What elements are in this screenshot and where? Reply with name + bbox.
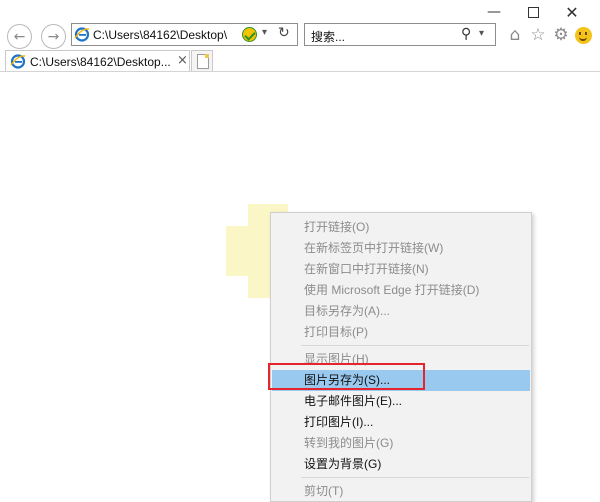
menu-item[interactable]: 设置为背景(G): [272, 454, 530, 475]
forward-arrow-icon: →: [47, 28, 60, 45]
feedback-button[interactable]: [573, 25, 593, 45]
menu-item: 目标另存为(A)...: [304, 304, 390, 318]
address-bar[interactable]: C:\Users\84162\Desktop\ ▾ ↻: [71, 23, 298, 46]
address-dropdown-icon[interactable]: ▾: [262, 27, 267, 38]
back-arrow-icon: ←: [13, 28, 26, 45]
compatibility-view-icon[interactable]: [242, 27, 257, 42]
maximize-icon: [527, 6, 539, 18]
context-menu: 打开链接(O) 在新标签页中打开链接(W) 在新窗口中打开链接(N) 使用 Micro…: [270, 212, 532, 502]
address-text[interactable]: C:\Users\84162\Desktop\: [93, 28, 243, 42]
menu-item: 转到我的图片(G): [304, 436, 394, 450]
settings-button[interactable]: ⚙: [551, 25, 571, 45]
close-icon: ✕: [565, 2, 579, 22]
home-button[interactable]: ⌂: [505, 25, 525, 45]
favorites-button[interactable]: ☆: [528, 25, 548, 45]
settings-gear-icon: ⚙: [553, 25, 569, 45]
new-tab-button[interactable]: [191, 50, 213, 72]
menu-item: 在新窗口中打开链接(N): [304, 262, 429, 276]
feedback-smiley-icon: [574, 26, 592, 44]
home-icon: ⌂: [509, 25, 521, 45]
menu-item[interactable]: 打印图片(I)...: [272, 412, 530, 433]
favorites-star-icon: ☆: [530, 25, 546, 45]
menu-separator: [301, 477, 529, 478]
ie-page-icon: [74, 27, 90, 42]
menu-item: 打开链接(O): [304, 220, 370, 234]
search-box[interactable]: 搜索... ⚲ ▾: [304, 23, 496, 46]
back-button[interactable]: ←: [7, 24, 32, 49]
forward-button[interactable]: →: [41, 24, 66, 49]
menu-item: 使用 Microsoft Edge 打开链接(D): [304, 283, 480, 297]
maximize-button[interactable]: [513, 0, 553, 24]
search-icon[interactable]: ⚲: [461, 26, 471, 42]
close-window-button[interactable]: ✕: [552, 0, 592, 24]
menu-item: 打印目标(P): [304, 325, 368, 339]
minimize-button[interactable]: —: [474, 0, 514, 24]
menu-item[interactable]: 电子邮件图片(E)...: [272, 391, 530, 412]
annotation-highlight-box: [268, 363, 425, 390]
refresh-icon[interactable]: ↻: [278, 25, 290, 41]
tab-close-icon[interactable]: ×: [177, 53, 188, 68]
tab-label: C:\Users\84162\Desktop...: [30, 55, 171, 69]
menu-separator: [301, 345, 529, 346]
search-dropdown-icon[interactable]: ▾: [479, 28, 484, 39]
minimize-icon: —: [487, 4, 501, 20]
menu-item: 在新标签页中打开链接(W): [304, 241, 444, 255]
ie-tab-icon: [10, 54, 26, 69]
new-tab-icon: [197, 54, 209, 69]
menu-item: 剪切(T): [304, 484, 344, 498]
tab-desktop[interactable]: C:\Users\84162\Desktop... ×: [5, 50, 190, 72]
search-input[interactable]: 搜索...: [311, 28, 345, 45]
tab-strip-divider: [0, 71, 600, 72]
